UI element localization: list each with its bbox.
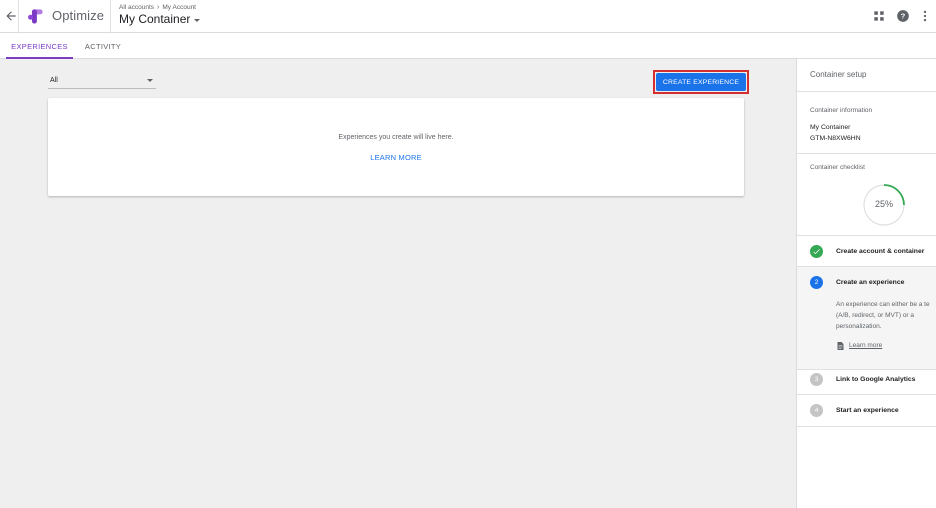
create-experience-button[interactable]: CREATE EXPERIENCE (656, 73, 746, 91)
empty-state-message: Experiences you create will live here. (338, 134, 454, 141)
step-complete-badge (810, 245, 823, 258)
step-description-line: (A/B, redirect, or MVT) or a (836, 312, 915, 319)
experiences-empty-card: Experiences you create will live here. L… (48, 98, 744, 196)
document-icon (837, 342, 844, 350)
step-description-line: An experience can either be a te (836, 301, 930, 308)
container-info-label: Container information (810, 107, 873, 114)
filter-value: All (50, 77, 58, 84)
step-label-create-experience[interactable]: Create an experience (836, 279, 904, 286)
divider (797, 266, 936, 267)
learn-more-link[interactable]: LEARN MORE (48, 153, 744, 162)
step-learn-more-link[interactable]: Learn more (849, 342, 882, 349)
more-vert-icon[interactable] (918, 9, 932, 23)
step-number-badge: 3 (810, 373, 823, 386)
container-id: GTM-N8XW6HN (810, 135, 861, 142)
breadcrumb-item-accounts[interactable]: All accounts (119, 4, 154, 11)
container-setup-panel: Container setup Container information My… (796, 59, 936, 508)
breadcrumb-item-account[interactable]: My Account (162, 4, 196, 11)
dropdown-caret-icon (147, 79, 153, 82)
dropdown-caret-icon (194, 18, 201, 22)
tab-activity[interactable]: ACTIVITY (73, 33, 133, 59)
container-info-name: My Container (810, 124, 851, 131)
experience-filter-select[interactable]: All (48, 74, 156, 89)
divider (797, 153, 936, 154)
step-label-start-experience[interactable]: Start an experience (836, 407, 899, 414)
container-selector[interactable]: My Container (119, 12, 201, 26)
divider (797, 426, 936, 427)
chevron-right-icon: › (157, 4, 160, 11)
apps-grid-icon[interactable] (872, 9, 886, 23)
app-name: Optimize (52, 8, 105, 23)
step-label-link-analytics[interactable]: Link to Google Analytics (836, 376, 915, 383)
divider (797, 91, 936, 92)
optimize-logo-icon (28, 9, 43, 24)
help-icon[interactable]: ? (896, 9, 910, 23)
check-icon (813, 249, 820, 255)
svg-text:?: ? (901, 12, 906, 21)
divider (797, 394, 936, 395)
progress-percent: 25% (874, 199, 893, 209)
top-app-bar: Optimize All accounts › My Account My Co… (0, 0, 936, 33)
checklist-label: Container checklist (810, 164, 865, 171)
panel-title: Container setup (810, 70, 867, 79)
step-number-badge: 2 (810, 276, 823, 289)
step-description: An experience can either be a te (A/B, r… (836, 299, 930, 332)
breadcrumb: All accounts › My Account (119, 4, 196, 11)
back-arrow-icon[interactable] (4, 9, 18, 23)
step-label-create-account[interactable]: Create account & container (836, 248, 924, 255)
step-number-badge: 4 (810, 404, 823, 417)
header-divider (18, 0, 19, 33)
divider (797, 235, 936, 236)
header-divider (110, 0, 111, 33)
container-name: My Container (119, 12, 191, 26)
divider (797, 369, 936, 370)
active-tab-indicator (6, 57, 73, 59)
tab-experiences[interactable]: EXPERIENCES (6, 33, 73, 59)
tab-bar: EXPERIENCES ACTIVITY (0, 33, 936, 59)
step-description-line: personalization. (836, 323, 882, 330)
